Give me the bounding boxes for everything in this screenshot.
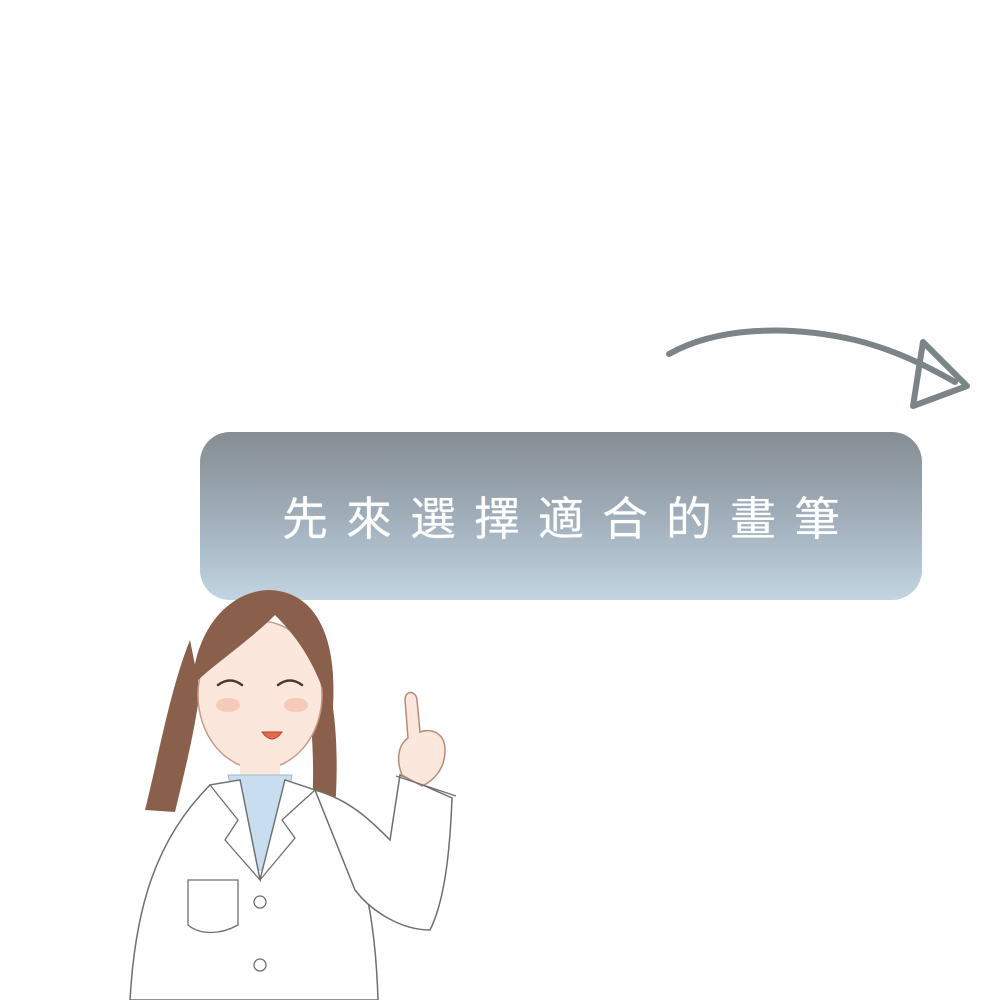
curved-arrow-right-icon <box>666 327 970 409</box>
pointing-up-icon <box>397 691 446 787</box>
message-banner: 先來選擇適合的畫筆 <box>200 432 922 600</box>
illustration-canvas: 先來選擇適合的畫筆 <box>0 0 1000 1000</box>
hair-left <box>145 640 200 812</box>
banner-text: 先來選擇適合的畫筆 <box>282 492 858 546</box>
doctor-illustration <box>129 590 457 1000</box>
